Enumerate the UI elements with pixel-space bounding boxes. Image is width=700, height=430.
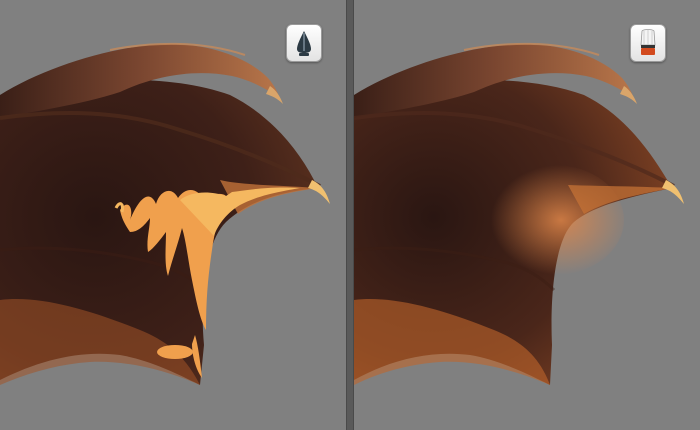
dragon-wing-image-left	[0, 42, 330, 386]
dragon-wing-image-right	[354, 42, 684, 386]
panel-divider	[346, 0, 354, 430]
pen-tool-button[interactable]	[286, 24, 322, 62]
comparison-stage	[0, 0, 700, 430]
brush-tool-button[interactable]	[630, 24, 666, 62]
pen-nib-icon	[297, 31, 311, 56]
left-panel	[0, 0, 346, 430]
right-panel	[354, 0, 700, 430]
brush-icon	[640, 29, 656, 55]
